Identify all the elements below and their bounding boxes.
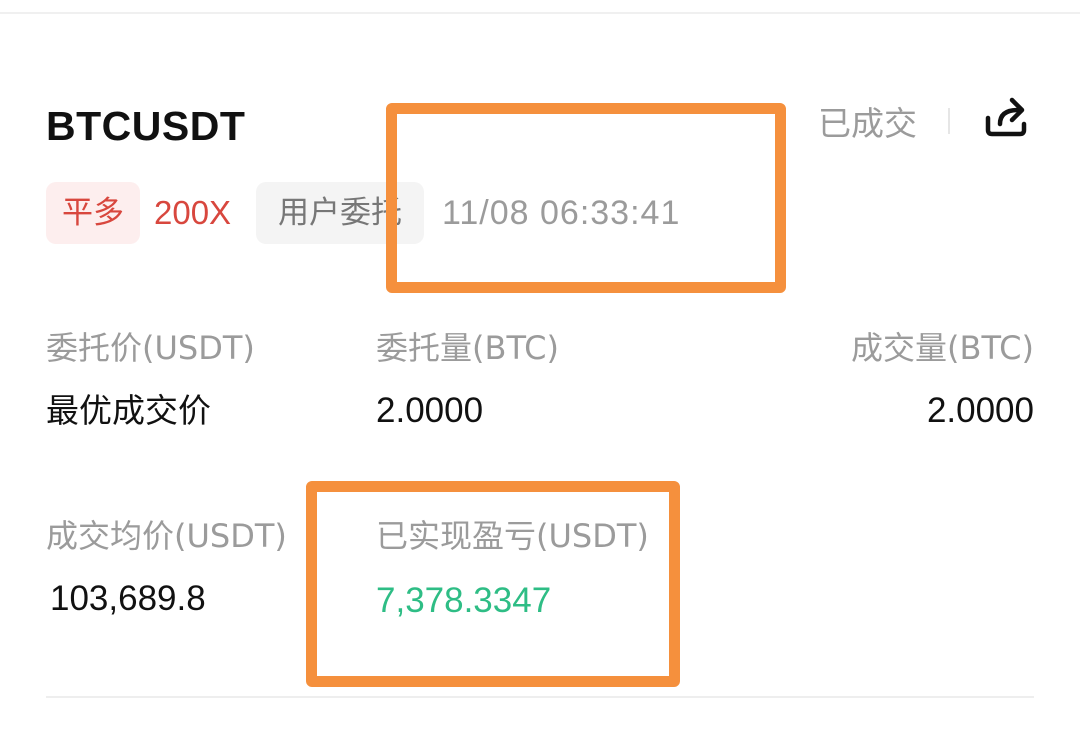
header-separator [948,108,950,134]
leverage-label: 200X [154,194,232,231]
order-price-value: 最优成交价 [46,391,211,430]
avg-price-value: 103,689.8 [50,579,206,618]
bottom-divider [46,696,1034,698]
order-time: 11/08 06:33:41 [442,194,681,232]
side-tag: 平多 [46,182,140,244]
share-button[interactable] [980,92,1032,140]
top-divider [0,12,1080,14]
share-icon [985,97,1027,137]
order-qty-label: 委托量(BTC) [376,329,559,367]
order-status: 已成交 [818,104,917,143]
order-qty-value: 2.0000 [376,391,484,430]
order-price-label: 委托价(USDT) [46,329,255,367]
realized-pnl-label: 已实现盈亏(USDT) [376,517,649,555]
filled-qty-value: 2.0000 [926,391,1034,430]
filled-qty-label: 成交量(BTC) [851,329,1034,367]
avg-price-label: 成交均价(USDT) [46,517,287,555]
order-type-tag: 用户委托 [256,182,424,244]
realized-pnl-value: 7,378.3347 [376,581,552,620]
order-symbol: BTCUSDT [46,103,246,149]
